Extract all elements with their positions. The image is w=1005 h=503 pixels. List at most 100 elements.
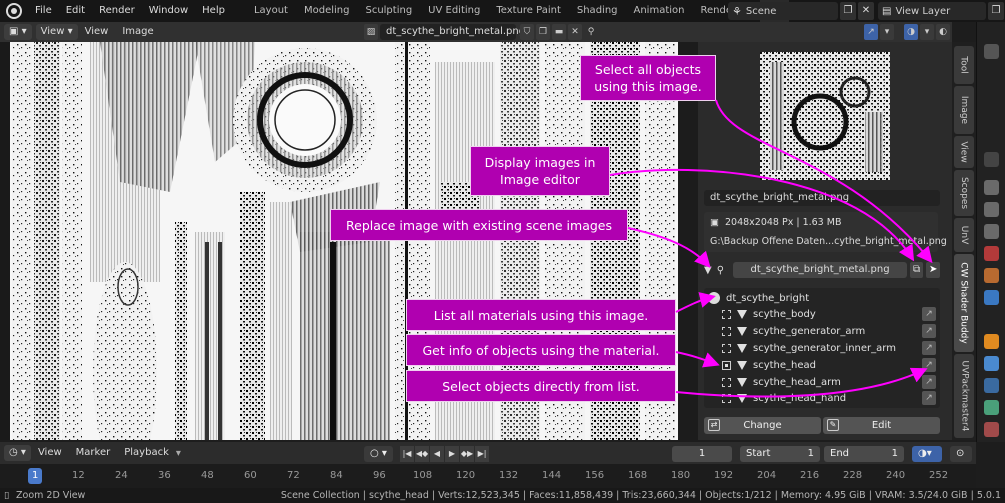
change-button[interactable]: ⇄ Change (704, 417, 821, 434)
open-folder-icon[interactable]: ▬ (552, 24, 566, 40)
select-object-button[interactable]: ↗ (922, 358, 936, 372)
select-object-button[interactable]: ↗ (922, 341, 936, 355)
jump-start-icon[interactable]: |◀ (400, 446, 414, 462)
scene-properties-icon[interactable] (984, 246, 999, 261)
tab-tool[interactable]: Tool (954, 46, 974, 84)
close-scene-icon[interactable]: ✕ (858, 2, 874, 20)
menu-image[interactable]: Image (115, 22, 160, 42)
tab-view[interactable]: View (954, 136, 974, 168)
jump-keyframe-forward-icon[interactable]: ◆▶ (460, 446, 474, 462)
view-mode-dropdown[interactable]: View ▾ (35, 24, 78, 40)
image-name-panel-field[interactable]: dt_scythe_bright_metal.png (704, 190, 940, 206)
tab-uvpackmaster[interactable]: UVPackmaster4 (954, 354, 974, 438)
object-select-box-icon[interactable] (722, 377, 731, 387)
object-select-box-icon[interactable] (722, 343, 731, 353)
image-browse[interactable]: ▨ (364, 24, 378, 40)
material-properties-icon[interactable] (984, 422, 999, 437)
display-in-editor-icon[interactable]: ⧉ (909, 262, 924, 278)
object-select-box-icon[interactable] (722, 309, 731, 319)
material-row[interactable]: dt_scythe_bright (708, 290, 944, 306)
menu-window[interactable]: Window (142, 0, 195, 22)
timeline-menu-marker[interactable]: Marker (69, 442, 118, 464)
scene-icon: ⚘ (732, 4, 742, 18)
frame-tick: 204 (757, 470, 777, 481)
modifier-properties-icon[interactable] (984, 356, 999, 371)
tab-cw-shader-buddy[interactable]: CW Shader Buddy (954, 254, 974, 352)
tab-animation[interactable]: Animation (626, 0, 693, 22)
view-properties-icon[interactable] (984, 152, 999, 167)
sidebar-tabs: Tool Image View Scopes UnV CW Shader Bud… (952, 42, 976, 440)
select-all-objects-icon[interactable]: ➤ (926, 262, 941, 278)
view-layer-name: View Layer (895, 5, 951, 17)
tab-unv[interactable]: UnV (954, 218, 974, 252)
header-right-icons: ↗ ▾ ◑ ▾ ◐ (864, 24, 950, 40)
pin-icon[interactable]: ⚲ (584, 24, 598, 40)
current-frame-field[interactable]: 1 (672, 446, 732, 462)
record-icon[interactable]: ○ ▾ (364, 446, 393, 462)
timeline-menu-playback[interactable]: Playback (117, 442, 176, 464)
select-object-button[interactable]: ↗ (922, 391, 936, 405)
timeline-ruler[interactable]: 1 12 24 36 48 60 72 84 96 108 120 132 14… (0, 464, 976, 488)
tab-texture-paint[interactable]: Texture Paint (488, 0, 569, 22)
image-browse-icon[interactable]: ▨ (364, 24, 378, 40)
output-properties-icon[interactable] (984, 202, 999, 217)
render-properties-icon[interactable] (984, 180, 999, 195)
collapse-chevron-icon[interactable]: ▼ (704, 265, 714, 276)
tool-properties-icon[interactable] (984, 44, 999, 59)
display-channels-icon[interactable]: ◐ (936, 24, 950, 40)
view-layer-selector[interactable]: ▤ View Layer (878, 2, 986, 20)
tab-layout[interactable]: Layout (246, 0, 296, 22)
edit-button[interactable]: ✎ Edit (823, 417, 940, 434)
menu-view[interactable]: View (78, 22, 116, 42)
play-reverse-icon[interactable]: ◀ (430, 446, 444, 462)
view-layer-new-icon[interactable]: ❐ (988, 2, 1004, 20)
timeline-view-icon[interactable]: ⊙ (950, 446, 972, 462)
menu-help[interactable]: Help (195, 0, 232, 22)
physics-properties-icon[interactable] (984, 378, 999, 393)
uv-sync-icon[interactable]: ↗ (864, 24, 878, 40)
select-object-button[interactable]: ↗ (922, 324, 936, 338)
tab-scopes[interactable]: Scopes (954, 170, 974, 216)
object-select-box-icon[interactable] (722, 360, 731, 370)
tab-uv-editing[interactable]: UV Editing (420, 0, 488, 22)
menu-render[interactable]: Render (92, 0, 142, 22)
new-image-icon[interactable]: ❐ (536, 24, 550, 40)
menu-edit[interactable]: Edit (59, 0, 92, 22)
unlink-icon[interactable]: ✕ (568, 24, 582, 40)
play-icon[interactable]: ▶ (445, 446, 459, 462)
new-scene-icon[interactable]: ❐ (840, 2, 856, 20)
search-icon[interactable]: ⚲ (717, 265, 731, 276)
scene-selector[interactable]: ⚘ Scene (728, 2, 838, 20)
tab-image[interactable]: Image (954, 86, 974, 134)
fake-user-shield-icon[interactable]: ⛉ (520, 24, 534, 40)
select-object-button[interactable]: ↗ (922, 307, 936, 321)
timeline-menu-view[interactable]: View (31, 442, 69, 464)
playback-dropdown-icon[interactable]: ▾ (176, 448, 181, 459)
start-frame-field[interactable]: Start 1 (740, 446, 820, 462)
timeline-editor-type-icon[interactable]: ◷ ▾ (4, 445, 31, 461)
image-search-field[interactable]: dt_scythe_bright_metal.png (733, 262, 907, 278)
blender-logo-icon[interactable] (6, 3, 22, 19)
overlay-icon[interactable]: ◑ (904, 24, 918, 40)
timeline-overlay-icon[interactable]: ◑▾ (912, 446, 942, 462)
object-select-box-icon[interactable] (722, 326, 731, 336)
object-select-box-icon[interactable] (722, 393, 731, 403)
tab-sculpting[interactable]: Sculpting (357, 0, 420, 22)
select-object-button[interactable]: ↗ (922, 375, 936, 389)
overlay-dropdown-icon[interactable]: ▾ (920, 24, 934, 40)
end-frame-field[interactable]: End 1 (824, 446, 904, 462)
tab-modeling[interactable]: Modeling (296, 0, 358, 22)
current-frame-indicator[interactable]: 1 (28, 468, 43, 484)
world-properties-icon[interactable] (984, 268, 999, 283)
data-properties-icon[interactable] (984, 400, 999, 415)
menu-file[interactable]: File (28, 0, 59, 22)
jump-end-icon[interactable]: ▶| (475, 446, 489, 462)
uv-dropdown-icon[interactable]: ▾ (880, 24, 894, 40)
image-name-field[interactable]: dt_scythe_bright_metal.png (380, 24, 525, 40)
collection-properties-icon[interactable] (984, 290, 999, 305)
jump-keyframe-back-icon[interactable]: ◀◆ (415, 446, 429, 462)
tab-shading[interactable]: Shading (569, 0, 626, 22)
editor-type-icon[interactable]: ▣ ▾ (4, 24, 32, 40)
view-layer-properties-icon[interactable] (984, 224, 999, 239)
object-properties-icon[interactable] (984, 334, 999, 349)
